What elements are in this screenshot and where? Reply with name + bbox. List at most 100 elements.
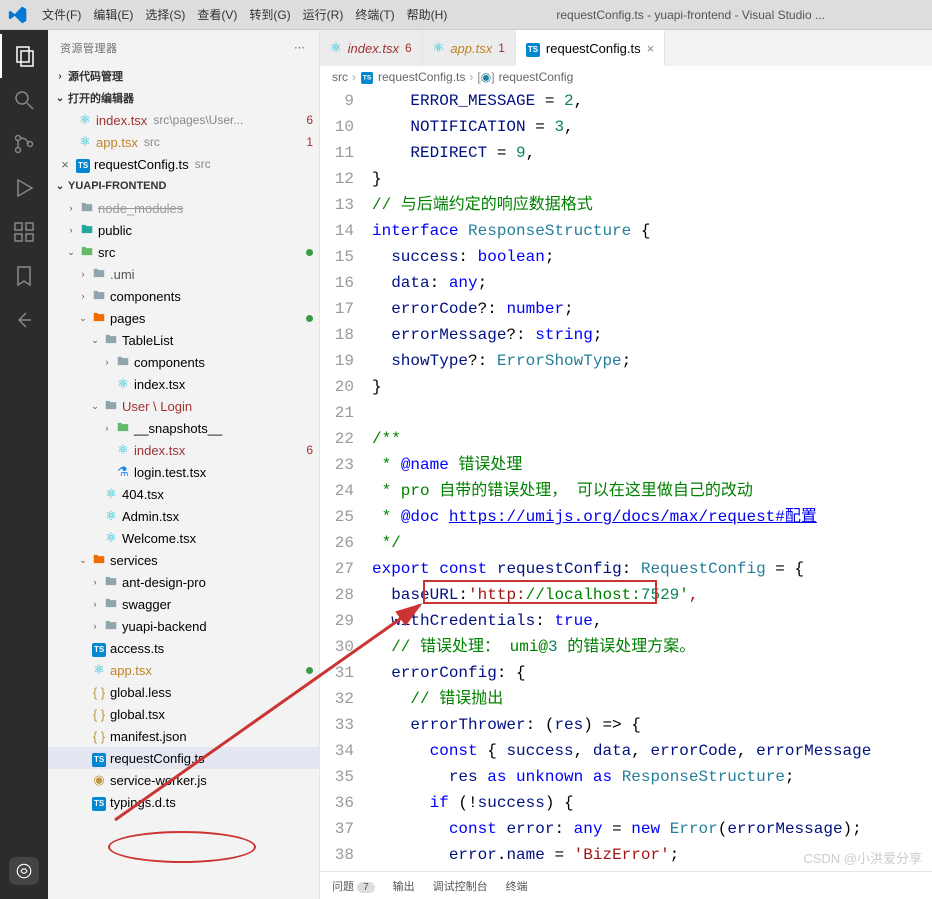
activity-search[interactable] (0, 78, 48, 122)
activity-scm[interactable] (0, 122, 48, 166)
ts-icon: TS (360, 69, 374, 85)
ts-icon: TS (74, 156, 92, 173)
menu-run[interactable]: 运行(R) (297, 2, 350, 27)
folder-icon (90, 266, 108, 283)
tree-item-label: requestConfig.ts (110, 751, 205, 766)
tree-item-label: Admin.tsx (122, 509, 179, 524)
tree-item[interactable]: ›node_modules (48, 197, 319, 219)
tree-item[interactable]: ⚛index.tsx (48, 373, 319, 395)
folder-icon (102, 398, 120, 415)
sidebar-more-icon[interactable]: ⋯ (294, 41, 307, 54)
activity-explorer[interactable] (0, 34, 48, 78)
menu-help[interactable]: 帮助(H) (401, 2, 454, 27)
activity-bar (0, 30, 48, 899)
tree-item-label: ant-design-pro (122, 575, 206, 590)
tree-item[interactable]: ›.umi (48, 263, 319, 285)
react-icon: ⚛ (433, 40, 445, 56)
file-tree: ›node_modules›public⌄src›.umi›components… (48, 197, 319, 813)
tree-item[interactable]: ›yuapi-backend (48, 615, 319, 637)
menu-select[interactable]: 选择(S) (139, 2, 191, 27)
folder-icon (78, 244, 96, 261)
tree-item[interactable]: { }global.tsx (48, 703, 319, 725)
panel-problems[interactable]: 问题 7 (332, 878, 375, 894)
tree-item[interactable]: { }manifest.json (48, 725, 319, 747)
window-title: requestConfig.ts - yuapi-frontend - Visu… (453, 8, 928, 22)
tree-item-label: __snapshots__ (134, 421, 222, 436)
menu-file[interactable]: 文件(F) (36, 2, 87, 27)
tab-requestconfig[interactable]: TS requestConfig.ts × (516, 30, 665, 66)
tree-item-label: global.less (110, 685, 171, 700)
tree-item-label: .umi (110, 267, 135, 282)
tree-item[interactable]: ›public (48, 219, 319, 241)
tree-item-label: User \ Login (122, 399, 192, 414)
activity-run-debug[interactable] (0, 166, 48, 210)
explorer-sidebar: 资源管理器 ⋯ ›源代码管理 ⌄打开的编辑器 ⚛ index.tsx src\p… (48, 30, 320, 899)
open-editor-item[interactable]: ⚛ index.tsx src\pages\User... 6 (48, 109, 319, 131)
tree-item-label: src (98, 245, 115, 260)
tab-index[interactable]: ⚛ index.tsx 6 (320, 30, 423, 66)
tree-item[interactable]: ⚗login.test.tsx (48, 461, 319, 483)
react-icon: ⚛ (76, 112, 94, 128)
menu-view[interactable]: 查看(V) (191, 2, 243, 27)
open-editor-item[interactable]: ⚛ app.tsx src 1 (48, 131, 319, 153)
tree-item[interactable]: ⚛404.tsx (48, 483, 319, 505)
panel-output[interactable]: 输出 (393, 878, 415, 894)
tree-item[interactable]: ⌄src (48, 241, 319, 263)
editor-tabs: ⚛ index.tsx 6 ⚛ app.tsx 1 TS requestConf… (320, 30, 932, 66)
tree-item[interactable]: TSrequestConfig.ts (48, 747, 319, 769)
react-icon: ⚛ (90, 662, 108, 678)
code-content[interactable]: ERROR_MESSAGE = 2, NOTIFICATION = 3, RED… (372, 88, 932, 871)
tree-item[interactable]: ⌄TableList (48, 329, 319, 351)
panel-debug[interactable]: 调试控制台 (433, 878, 488, 894)
tree-item-label: login.test.tsx (134, 465, 206, 480)
tree-item-label: index.tsx (134, 443, 185, 458)
tree-item[interactable]: ⌄pages (48, 307, 319, 329)
activity-bookmark[interactable] (0, 254, 48, 298)
tree-item[interactable]: ›components (48, 285, 319, 307)
folder-icon (114, 420, 132, 437)
section-source-control[interactable]: ›源代码管理 (48, 65, 319, 87)
activity-back[interactable] (0, 298, 48, 342)
tree-item-label: Welcome.tsx (122, 531, 196, 546)
tree-item[interactable]: { }global.less (48, 681, 319, 703)
tree-item-label: TableList (122, 333, 173, 348)
close-icon[interactable]: × (647, 41, 655, 56)
menu-goto[interactable]: 转到(G) (243, 2, 296, 27)
open-editor-item[interactable]: × TS requestConfig.ts src (48, 153, 319, 175)
bottom-panel: 问题 7 输出 调试控制台 终端 (320, 871, 932, 899)
section-project[interactable]: ⌄YUAPI-FRONTEND (48, 175, 319, 197)
close-icon[interactable]: × (56, 157, 74, 172)
panel-terminal[interactable]: 终端 (506, 878, 528, 894)
tree-item[interactable]: ◉service-worker.js (48, 769, 319, 791)
tree-item-label: node_modules (98, 201, 183, 216)
activity-ai[interactable] (9, 857, 39, 885)
tree-item[interactable]: ⚛index.tsx6 (48, 439, 319, 461)
tree-item[interactable]: ⌄services (48, 549, 319, 571)
menu-edit[interactable]: 编辑(E) (87, 2, 139, 27)
folder-icon (90, 552, 108, 569)
tree-item[interactable]: ⚛Welcome.tsx (48, 527, 319, 549)
tree-item[interactable]: ›__snapshots__ (48, 417, 319, 439)
tree-item[interactable]: ⚛Admin.tsx (48, 505, 319, 527)
code-editor[interactable]: 9101112131415161718192021222324252627282… (320, 88, 932, 871)
section-open-editors[interactable]: ⌄打开的编辑器 (48, 87, 319, 109)
breadcrumb[interactable]: src› TS requestConfig.ts› [◉] requestCon… (320, 66, 932, 88)
braces-icon: { } (90, 685, 108, 700)
tree-item[interactable]: ⚛app.tsx (48, 659, 319, 681)
braces-icon: { } (90, 729, 108, 744)
tree-item[interactable]: ⌄User \ Login (48, 395, 319, 417)
js-icon: ◉ (90, 772, 108, 788)
tree-item[interactable]: TSaccess.ts (48, 637, 319, 659)
tree-item[interactable]: ›swagger (48, 593, 319, 615)
activity-extensions[interactable] (0, 210, 48, 254)
react-icon: ⚛ (102, 486, 120, 502)
react-icon: ⚛ (114, 442, 132, 458)
folder-icon (102, 574, 120, 591)
tab-app[interactable]: ⚛ app.tsx 1 (423, 30, 516, 66)
braces-icon: { } (90, 707, 108, 722)
tree-item[interactable]: ›components (48, 351, 319, 373)
tree-item[interactable]: TStypings.d.ts (48, 791, 319, 813)
folder-icon (102, 596, 120, 613)
menu-terminal[interactable]: 终端(T) (349, 2, 400, 27)
tree-item[interactable]: ›ant-design-pro (48, 571, 319, 593)
